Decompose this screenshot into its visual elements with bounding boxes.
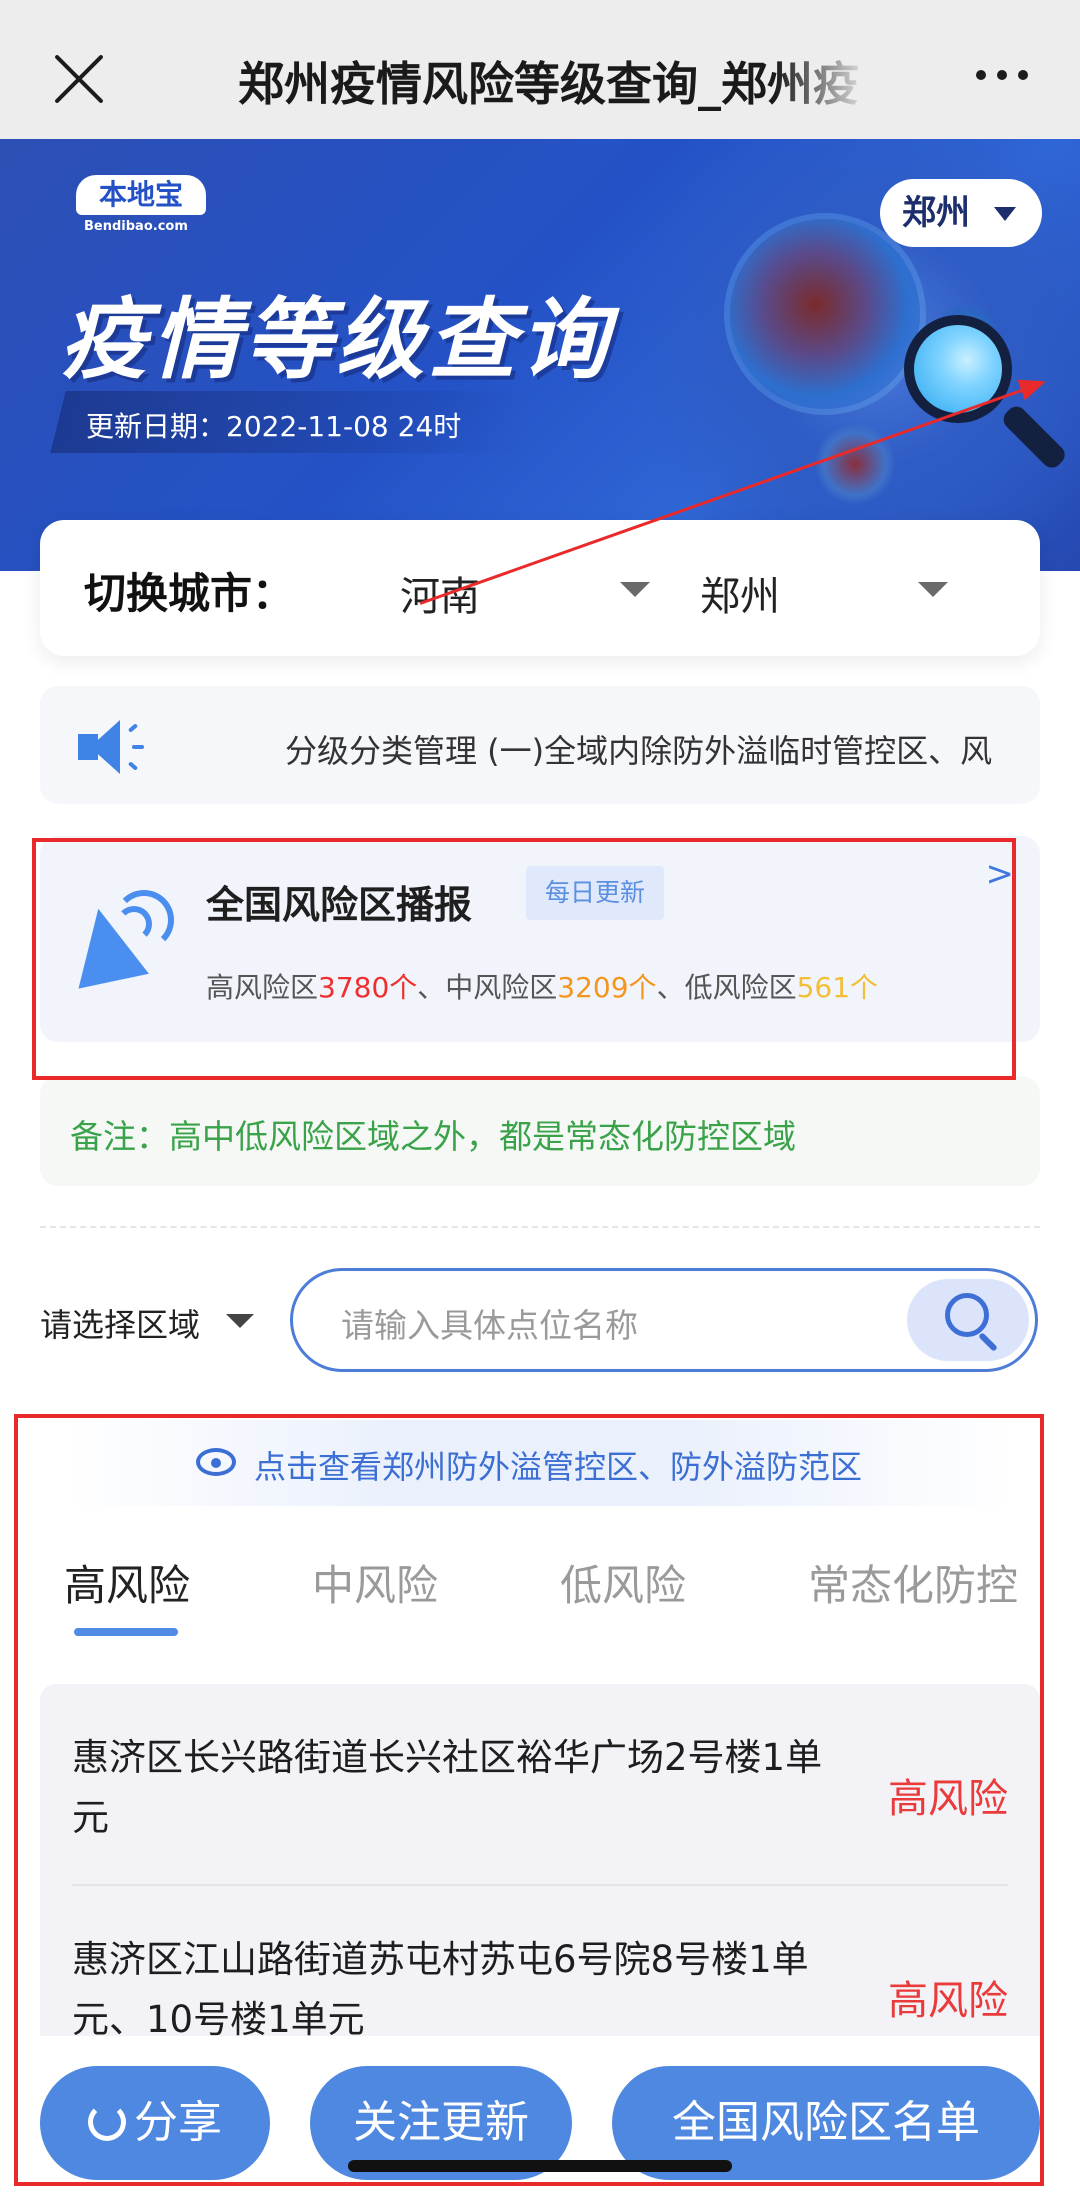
triangle-down-icon: [620, 582, 650, 597]
search-icon: [945, 1293, 989, 1337]
search-input[interactable]: 请输入具体点位名称: [341, 1299, 638, 1347]
search-box[interactable]: 请输入具体点位名称: [290, 1268, 1038, 1372]
update-date: 更新日期：2022-11-08 24时: [86, 410, 462, 443]
triangle-down-icon: [918, 582, 948, 597]
banner-title: 疫情等级查询: [60, 288, 613, 391]
remark-note: 备注：高中低风险区域之外，都是常态化防控区域: [40, 1076, 1040, 1186]
city-value: 郑州: [700, 574, 780, 620]
home-indicator: [348, 2160, 732, 2172]
more-icon[interactable]: [976, 70, 1028, 80]
speaker-icon: [78, 720, 148, 774]
page: 郑州疫情风险等级查询_郑州疫 本地宝 Bendibao.com 疫情等级查询 更…: [0, 0, 1080, 2195]
notice-text: 分级分类管理 (一)全域内除防外溢临时管控区、风: [285, 732, 993, 770]
search-button[interactable]: [907, 1279, 1029, 1361]
region-select-label: 请选择区域: [40, 1306, 201, 1344]
annotation-box-list: [14, 1414, 1044, 2186]
divider: [40, 1226, 1040, 1228]
city-badge-label: 郑州: [902, 193, 970, 233]
city-selector-badge[interactable]: 郑州: [880, 179, 1042, 247]
region-select[interactable]: 请选择区域: [40, 1300, 254, 1346]
top-nav-bar: 郑州疫情风险等级查询_郑州疫: [0, 0, 1080, 139]
bendibao-logo: 本地宝 Bendibao.com: [76, 175, 214, 239]
province-select[interactable]: 河南: [400, 564, 650, 622]
city-select[interactable]: 郑州: [700, 564, 948, 622]
triangle-down-icon: [226, 1314, 254, 1328]
switch-city-card: 切换城市： 河南 郑州: [40, 520, 1040, 656]
notice-bar[interactable]: 分级分类管理 (一)全域内除防外溢临时管控区、风: [40, 686, 1040, 804]
triangle-down-icon: [994, 207, 1016, 221]
virus-illustration-small: [815, 424, 895, 504]
switch-city-label: 切换城市：: [84, 569, 295, 618]
annotation-box-broadcast: [32, 838, 1016, 1080]
page-title: 郑州疫情风险等级查询_郑州疫: [238, 57, 859, 111]
virus-illustration: [730, 219, 920, 409]
banner: 本地宝 Bendibao.com 疫情等级查询 更新日期：2022-11-08 …: [0, 139, 1080, 571]
close-icon[interactable]: [50, 50, 108, 108]
